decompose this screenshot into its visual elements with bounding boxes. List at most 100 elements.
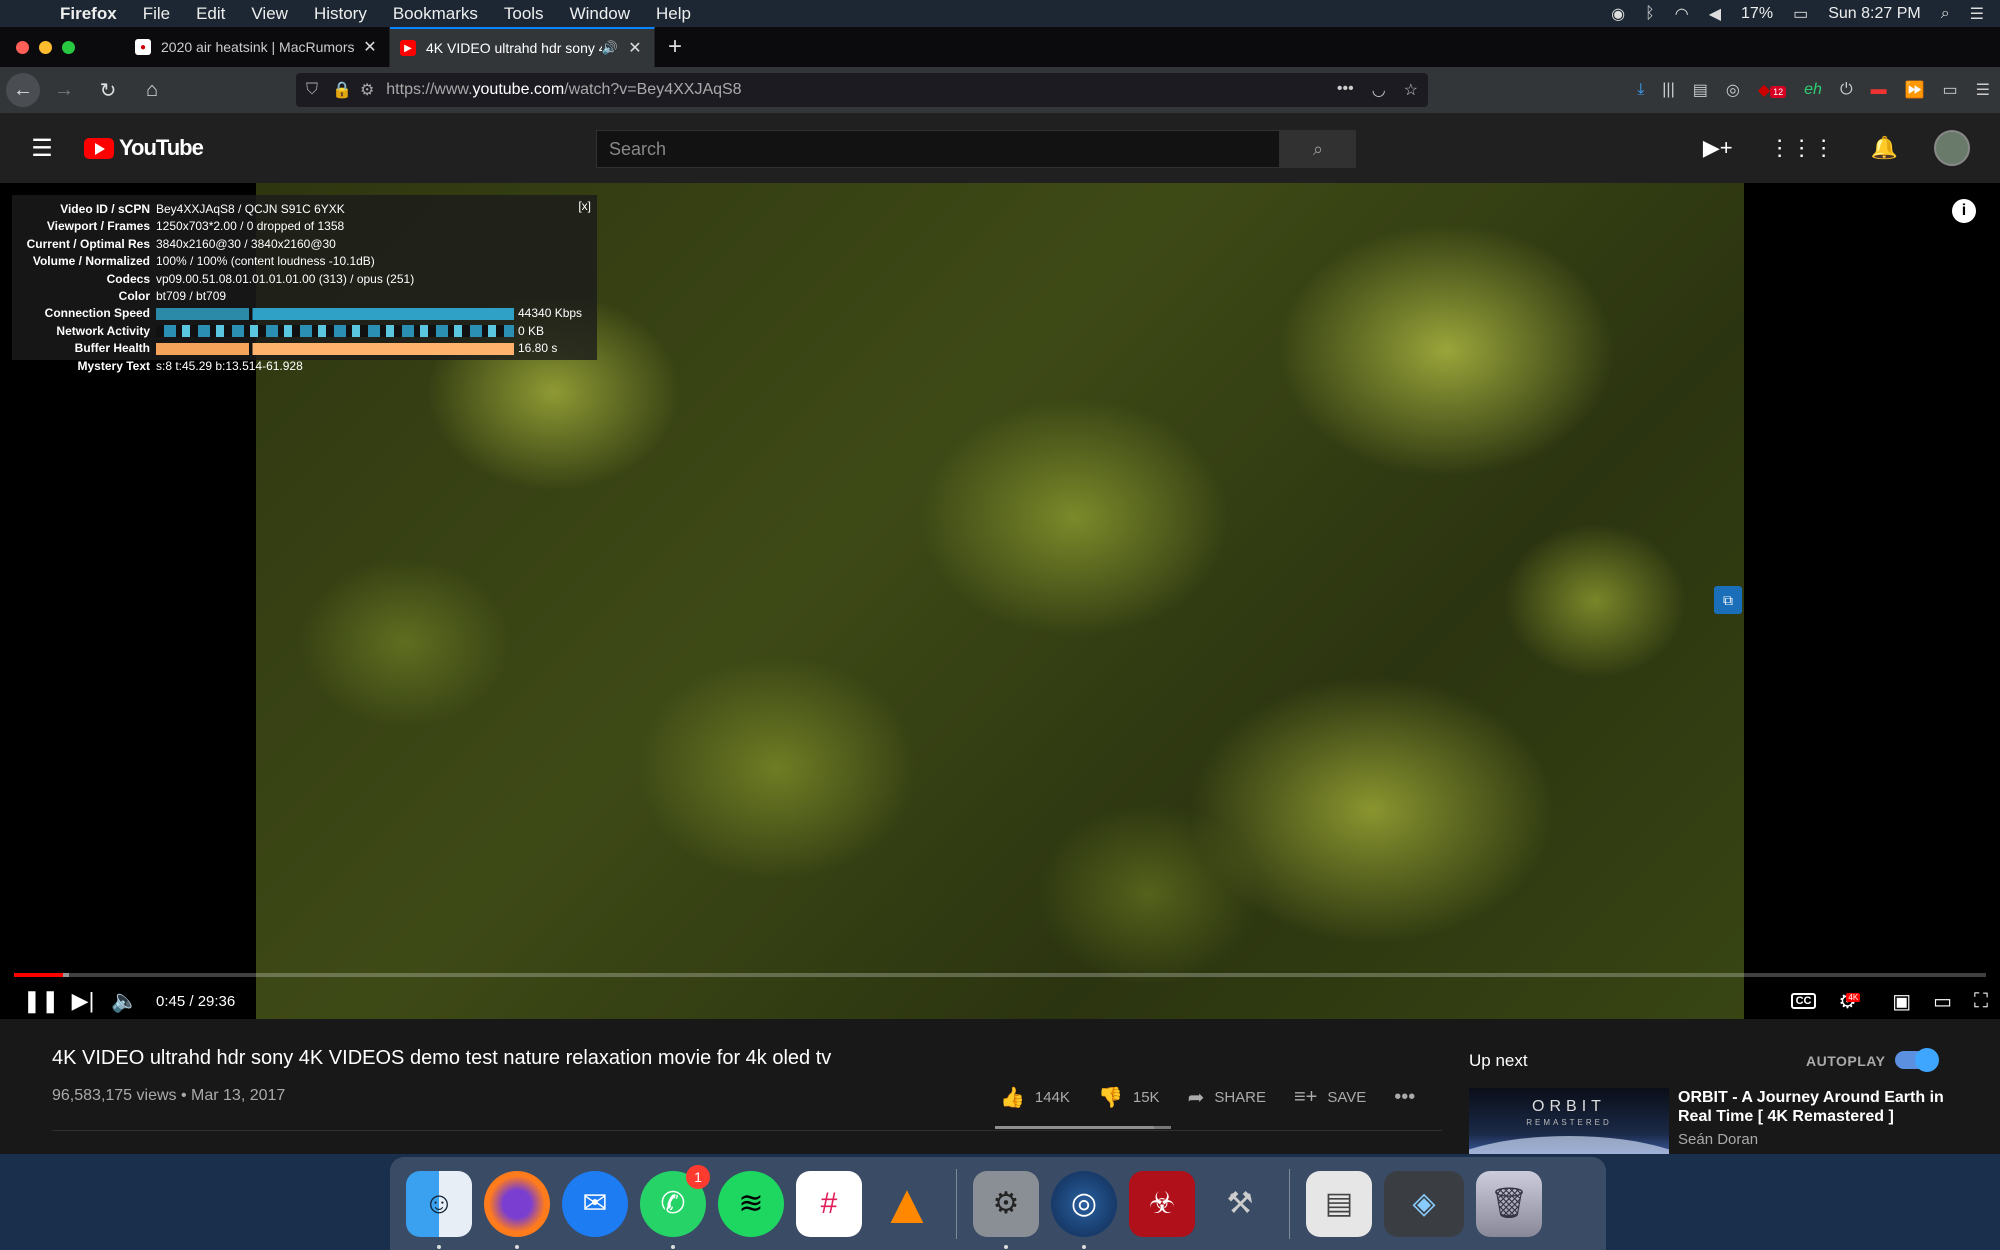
dislike-button[interactable]: 👎 15K: [1098, 1085, 1160, 1110]
network-activity-graph: [156, 325, 514, 338]
disk-utility-icon[interactable]: ▤: [1306, 1170, 1372, 1237]
more-actions-button[interactable]: •••: [1394, 1086, 1415, 1109]
stats-row: Codecs vp09.00.51.08.01.01.01.01.00 (313)…: [12, 271, 597, 288]
bookmark-star-icon[interactable]: ☆: [1404, 80, 1418, 100]
fullscreen-button[interactable]: ⛶: [1974, 990, 1988, 1013]
home-button[interactable]: ⌂: [132, 73, 172, 107]
menu-view[interactable]: View: [251, 4, 288, 24]
desktop-background: ☺ ✉ ✆ 1 ≋ # ▲ ⚙ ◎ ☣ ⚒ ▤ ◈ 🗑: [0, 1154, 2000, 1250]
permissions-icon[interactable]: ⚙: [360, 80, 374, 100]
firefox-icon[interactable]: [484, 1170, 550, 1249]
steam-icon[interactable]: ◎: [1051, 1170, 1117, 1249]
menu-help[interactable]: Help: [656, 4, 691, 24]
apps-grid-icon[interactable]: ⋮⋮⋮: [1769, 135, 1835, 161]
menubar-clock[interactable]: Sun 8:27 PM: [1828, 5, 1921, 23]
search-input[interactable]: Search: [596, 130, 1280, 168]
up-next-title[interactable]: ORBIT - A Journey Around Earth in Real T…: [1678, 1088, 1978, 1126]
autoplay-toggle[interactable]: [1895, 1048, 1939, 1072]
miniplayer-button[interactable]: ▣: [1892, 989, 1911, 1014]
spotlight-search-icon[interactable]: ⌕: [1941, 5, 1950, 23]
spotify-icon[interactable]: ≋: [718, 1170, 784, 1237]
close-window-button[interactable]: [16, 40, 29, 54]
trash-icon[interactable]: 🗑: [1476, 1170, 1542, 1237]
wifi-icon[interactable]: ◠: [1675, 4, 1689, 24]
menu-file[interactable]: File: [143, 4, 170, 24]
share-button[interactable]: ➦ SHARE: [1188, 1085, 1266, 1110]
bluetooth-icon[interactable]: ᛒ: [1645, 5, 1655, 23]
slack-icon[interactable]: #: [796, 1170, 862, 1237]
progress-bar[interactable]: [14, 973, 1986, 977]
minimize-window-button[interactable]: [39, 40, 52, 54]
pause-button[interactable]: ❚❚: [20, 988, 62, 1014]
notifications-bell-icon[interactable]: 🔔: [1871, 135, 1898, 161]
plague-game-icon[interactable]: ☣: [1129, 1170, 1195, 1237]
downloads-icon[interactable]: ⤓: [1637, 81, 1644, 99]
volume-icon[interactable]: ◀: [1709, 4, 1721, 24]
stats-value: Bey4XXJAqS8 / QCJN S91C 6YXK: [156, 202, 345, 216]
picture-in-picture-toggle-icon[interactable]: ⧉: [1714, 586, 1742, 614]
power-icon[interactable]: ⏻: [1840, 81, 1853, 99]
sidebar-icon[interactable]: ▤: [1693, 80, 1708, 100]
mail-client-icon[interactable]: ✉: [562, 1170, 628, 1237]
like-ratio-fill: [995, 1126, 1155, 1129]
page-actions-icon[interactable]: •••: [1337, 80, 1354, 100]
up-next-channel[interactable]: Seán Doran: [1678, 1131, 1758, 1148]
audio-playing-icon[interactable]: 🔊: [602, 40, 618, 56]
close-tab-icon[interactable]: ✕: [626, 38, 644, 58]
menu-window[interactable]: Window: [570, 4, 630, 24]
theater-mode-button[interactable]: ▭: [1933, 989, 1952, 1014]
youtube-logo[interactable]: YouTube: [84, 135, 204, 161]
menu-edit[interactable]: Edit: [196, 4, 225, 24]
player-controls: ❚❚ ▶| 🔈 0:45 / 29:36 CC ⚙4K ▣ ▭ ⛶: [0, 983, 2000, 1019]
next-video-button[interactable]: ▶|: [62, 988, 104, 1014]
settings-gear-icon[interactable]: ⚙4K: [1838, 989, 1870, 1014]
menu-bookmarks[interactable]: Bookmarks: [393, 4, 478, 24]
up-next-thumbnail[interactable]: ORBIT REMASTERED: [1469, 1088, 1669, 1154]
url-path: /watch?v=Bey4XXJAqS8: [564, 81, 742, 98]
guide-menu-icon[interactable]: ☰: [0, 134, 84, 163]
screen-record-icon[interactable]: ◉: [1611, 4, 1625, 24]
zoom-window-button[interactable]: [62, 40, 75, 54]
tracking-protection-icon[interactable]: ⛉: [306, 81, 318, 99]
avatar[interactable]: [1934, 130, 1970, 166]
menu-app-name[interactable]: Firefox: [60, 4, 117, 24]
reload-button[interactable]: ↻: [88, 73, 128, 107]
mute-button[interactable]: 🔈: [104, 988, 146, 1014]
extension-red-icon[interactable]: ▬: [1871, 81, 1887, 99]
hamburger-menu-icon[interactable]: ☰: [1976, 80, 1990, 100]
menu-tools[interactable]: Tools: [504, 4, 544, 24]
stats-close-button[interactable]: [x]: [578, 199, 591, 213]
close-tab-icon[interactable]: ✕: [361, 37, 379, 57]
account-icon[interactable]: ◎: [1726, 80, 1740, 100]
window-extension-icon[interactable]: ▭: [1943, 80, 1958, 100]
screenshot-icon[interactable]: ◈: [1384, 1170, 1464, 1237]
youtube-extension-icon[interactable]: ⏩: [1905, 80, 1925, 100]
tab-youtube[interactable]: ▶ 4K VIDEO ultrahd hdr sony 4K VIDEOS de…: [390, 27, 655, 67]
info-icon[interactable]: i: [1952, 199, 1976, 223]
notification-center-icon[interactable]: ☰: [1970, 4, 1984, 24]
finder-icon[interactable]: ☺: [406, 1170, 472, 1249]
library-icon[interactable]: |||: [1662, 81, 1674, 99]
like-button[interactable]: 👍 144K: [1000, 1085, 1070, 1110]
search-button[interactable]: ⌕: [1280, 130, 1356, 168]
vlc-icon[interactable]: ▲: [874, 1171, 940, 1237]
extension-eh-icon[interactable]: eh: [1804, 81, 1822, 99]
lock-icon[interactable]: 🔒: [332, 80, 352, 100]
system-preferences-icon[interactable]: ⚙: [973, 1170, 1039, 1249]
save-button[interactable]: ≡+ SAVE: [1294, 1086, 1366, 1109]
forward-button[interactable]: →: [44, 73, 84, 107]
tab-macrumors[interactable]: ● 2020 air heatsink | MacRumors ✕: [125, 27, 390, 67]
stats-label: Viewport / Frames: [46, 219, 150, 234]
menu-history[interactable]: History: [314, 4, 367, 24]
back-button[interactable]: ←: [6, 73, 40, 107]
battery-icon[interactable]: ▭: [1793, 4, 1808, 24]
ublock-icon[interactable]: ◆ 12: [1758, 80, 1787, 100]
url-bar[interactable]: ⛉ 🔒 ⚙ https://www. youtube.com/watch?v=Be…: [296, 73, 1428, 107]
new-tab-button[interactable]: +: [655, 33, 695, 61]
create-video-icon[interactable]: ▶+: [1703, 135, 1733, 161]
subtitles-button[interactable]: CC: [1790, 993, 1817, 1009]
instruments-icon[interactable]: ⚒: [1207, 1171, 1273, 1237]
video-player[interactable]: [x] Video ID / sCPN Bey4XXJAqS8 / QCJN S9…: [0, 183, 2000, 1019]
whatsapp-icon[interactable]: ✆ 1: [640, 1164, 710, 1249]
pocket-icon[interactable]: ◡: [1372, 80, 1386, 100]
